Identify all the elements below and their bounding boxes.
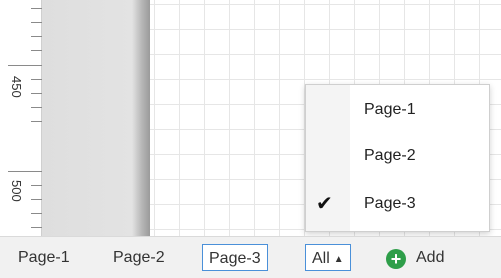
menu-item-page-3[interactable]: ✔ Page-3 <box>306 181 489 227</box>
caret-up-icon: ▲ <box>333 254 344 265</box>
ruler-tick <box>31 107 42 108</box>
tab-label: Page-2 <box>113 249 165 266</box>
ruler-tick <box>31 22 42 23</box>
ruler-tick <box>31 213 42 214</box>
add-page-button[interactable]: + Add <box>386 244 444 271</box>
ruler-major-tick <box>8 171 42 172</box>
page-margin-bar <box>42 0 150 236</box>
ruler-label: 450 <box>9 76 24 98</box>
ruler-tick <box>31 79 42 80</box>
tab-page-1[interactable]: Page-1 <box>12 244 76 271</box>
add-page-label: Add <box>416 249 445 266</box>
ruler-tick <box>31 227 42 228</box>
plus-circle-icon: + <box>386 249 406 269</box>
ruler-tick <box>31 199 42 200</box>
tab-page-3[interactable]: Page-3 <box>202 244 268 271</box>
ruler-tick <box>31 121 42 122</box>
ruler-tick <box>31 185 42 186</box>
all-pages-button[interactable]: All ▲ <box>305 244 351 271</box>
ruler-tick <box>31 36 42 37</box>
tab-page-2[interactable]: Page-2 <box>107 244 171 271</box>
ruler-major-tick <box>8 65 42 66</box>
pages-dropdown-menu: Page-1 Page-2 ✔ Page-3 <box>305 84 490 232</box>
check-icon: ✔ <box>316 193 333 215</box>
ruler-tick <box>31 50 42 51</box>
menu-item-page-2[interactable]: Page-2 <box>306 133 489 179</box>
menu-item-label: Page-3 <box>364 195 416 212</box>
tab-label: Page-3 <box>209 250 261 267</box>
menu-item-label: Page-2 <box>364 147 416 164</box>
ruler-tick <box>31 8 42 9</box>
menu-item-label: Page-1 <box>364 101 416 118</box>
all-pages-label: All <box>312 250 330 267</box>
ruler-label: 500 <box>9 180 24 202</box>
ruler-tick <box>31 93 42 94</box>
tab-label: Page-1 <box>18 249 70 266</box>
menu-item-page-1[interactable]: Page-1 <box>306 87 489 133</box>
page-tab-bar: Page-1 Page-2 Page-3 All ▲ + Add <box>0 236 501 278</box>
vertical-ruler: 450 500 <box>0 0 42 236</box>
